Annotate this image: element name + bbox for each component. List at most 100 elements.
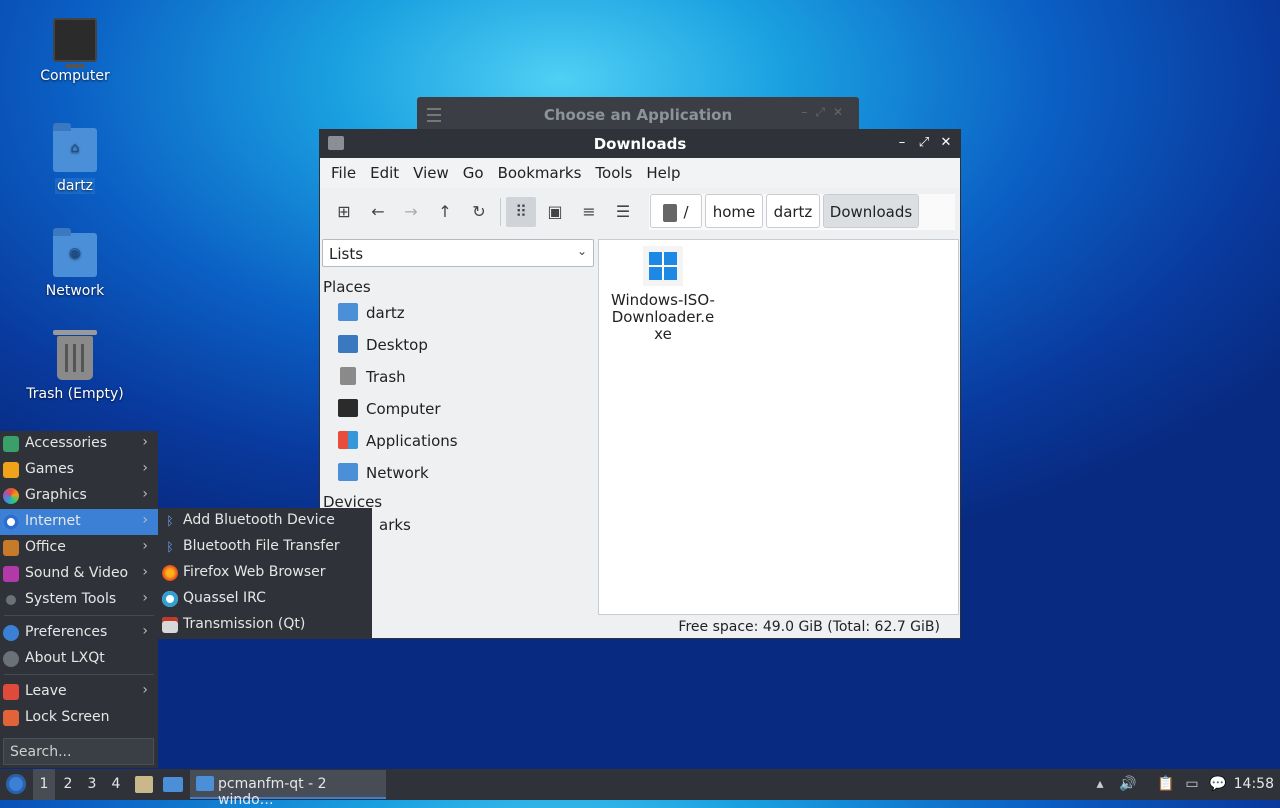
- menu-item-lock-screen[interactable]: Lock Screen: [0, 705, 158, 731]
- desktop-icon-network[interactable]: ◉ Network: [20, 228, 130, 299]
- menu-item-graphics[interactable]: Graphics ›: [0, 483, 158, 509]
- place-applications[interactable]: Applications: [338, 428, 588, 456]
- breadcrumb: / home dartz Downloads: [649, 194, 955, 230]
- menu-item-label: About LXQt: [25, 650, 105, 666]
- places-header: Places: [323, 278, 371, 296]
- file-manager-window: Downloads – ⤢ ✕ File Edit View Go Bookma…: [319, 129, 961, 639]
- taskbar: 1 2 3 4 pcmanfm-qt - 2 windo… ▴ 🔊 📋 ▭ 💬 …: [0, 769, 1280, 808]
- menu-file[interactable]: File: [324, 164, 363, 182]
- menu-view[interactable]: View: [406, 164, 456, 182]
- desktop-icon-home[interactable]: ⌂ dartz: [20, 123, 130, 194]
- thumbnail-view-icon[interactable]: ▣: [540, 197, 570, 227]
- maximize-button[interactable]: ⤢: [916, 134, 932, 152]
- firefox-icon: [162, 565, 178, 581]
- titlebar[interactable]: Downloads – ⤢ ✕: [320, 130, 960, 158]
- menu-item-system-tools[interactable]: System Tools ›: [0, 587, 158, 613]
- menu-item-label: Games: [25, 461, 74, 477]
- briefcase-icon: [3, 540, 19, 556]
- menu-item-label: Accessories: [25, 435, 108, 451]
- submenu-item-firefox[interactable]: Firefox Web Browser: [158, 560, 372, 586]
- menu-tools[interactable]: Tools: [588, 164, 639, 182]
- breadcrumb-home[interactable]: home: [705, 194, 763, 228]
- breadcrumb-label: /: [683, 203, 689, 221]
- place-label: dartz: [366, 304, 405, 322]
- menu-item-preferences[interactable]: Preferences ›: [0, 620, 158, 646]
- desktop-icon-trash[interactable]: Trash (Empty): [20, 330, 130, 402]
- up-arrow-icon[interactable]: ↑: [430, 197, 460, 227]
- menubar: File Edit View Go Bookmarks Tools Help: [320, 158, 960, 188]
- menu-item-leave[interactable]: Leave ›: [0, 679, 158, 705]
- search-placeholder: Search...: [10, 744, 72, 760]
- network-status-icon[interactable]: ▭: [1183, 775, 1201, 793]
- submenu-item-transmission[interactable]: Transmission (Qt): [158, 612, 372, 638]
- place-dartz[interactable]: dartz: [338, 300, 588, 328]
- bookmarks-header: arks: [379, 516, 411, 534]
- back-arrow-icon[interactable]: ←: [363, 197, 393, 227]
- detailed-list-icon[interactable]: ☰: [608, 197, 638, 227]
- applications-icon: [338, 431, 358, 449]
- internet-icon: [3, 514, 19, 530]
- clock[interactable]: 14:58: [1234, 776, 1274, 792]
- file-item[interactable]: Windows-ISO-Downloader.exe: [605, 246, 721, 343]
- desktop-switch-4[interactable]: 4: [105, 769, 127, 800]
- home-folder-icon: ⌂: [53, 123, 97, 172]
- place-trash[interactable]: Trash: [338, 364, 588, 392]
- free-space-label: Free space: 49.0 GiB (Total: 62.7 GiB): [678, 619, 940, 635]
- desktop-icon-label: Trash (Empty): [26, 386, 124, 402]
- menu-item-games[interactable]: Games ›: [0, 457, 158, 483]
- toolbar: ⊞ ← → ↑ ↻ ⠿ ▣ ≡ ☰ / home dartz Downloads: [320, 188, 960, 236]
- place-label: Desktop: [366, 336, 428, 354]
- chevron-right-icon: ›: [142, 538, 148, 554]
- menu-item-office[interactable]: Office ›: [0, 535, 158, 561]
- side-pane-mode-select[interactable]: Lists ⌄: [322, 239, 594, 267]
- menu-item-sound-video[interactable]: Sound & Video ›: [0, 561, 158, 587]
- breadcrumb-root[interactable]: /: [650, 194, 702, 228]
- graphics-icon: [3, 488, 19, 504]
- forward-arrow-icon[interactable]: →: [396, 197, 426, 227]
- menu-go[interactable]: Go: [456, 164, 491, 182]
- tray-expand-icon[interactable]: ▴: [1091, 775, 1109, 793]
- notification-icon[interactable]: 💬: [1209, 775, 1227, 793]
- menu-item-about[interactable]: About LXQt: [0, 646, 158, 672]
- choose-application-window[interactable]: Choose an Application –⤢✕: [417, 97, 859, 131]
- submenu-item-add-bluetooth[interactable]: ᛒ Add Bluetooth Device: [158, 508, 372, 534]
- file-view[interactable]: Windows-ISO-Downloader.exe: [598, 239, 959, 615]
- desktop-switch-3[interactable]: 3: [81, 769, 103, 800]
- menu-bookmarks[interactable]: Bookmarks: [491, 164, 589, 182]
- desktop-icon-computer[interactable]: Computer: [20, 18, 130, 84]
- submenu-item-bluetooth-transfer[interactable]: ᛒ Bluetooth File Transfer: [158, 534, 372, 560]
- volume-icon[interactable]: 🔊: [1119, 775, 1137, 793]
- menu-search-input[interactable]: Search...: [3, 738, 154, 765]
- icon-view-icon[interactable]: ⠿: [506, 197, 536, 227]
- menu-edit[interactable]: Edit: [363, 164, 406, 182]
- place-desktop[interactable]: Desktop: [338, 332, 588, 360]
- chevron-right-icon: ›: [142, 590, 148, 606]
- place-network[interactable]: Network: [338, 460, 588, 488]
- menu-item-internet[interactable]: Internet ›: [0, 509, 158, 535]
- new-tab-icon[interactable]: ⊞: [329, 197, 359, 227]
- close-button[interactable]: ✕: [938, 134, 954, 152]
- taskbar-task-pcmanfm[interactable]: pcmanfm-qt - 2 windo…: [190, 770, 386, 808]
- place-label: Applications: [366, 432, 458, 450]
- breadcrumb-downloads[interactable]: Downloads: [823, 194, 919, 228]
- menu-help[interactable]: Help: [639, 164, 687, 182]
- start-menu: Accessories › Games › Graphics › Interne…: [0, 431, 158, 768]
- minimize-button[interactable]: –: [894, 134, 910, 152]
- start-menu-button[interactable]: [2, 769, 30, 800]
- desktop-switch-2[interactable]: 2: [57, 769, 79, 800]
- show-desktop-button[interactable]: [161, 769, 185, 800]
- side-pane-mode-value: Lists: [329, 245, 364, 263]
- quassel-icon: [162, 591, 178, 607]
- menu-item-label: Sound & Video: [25, 565, 129, 581]
- submenu-item-quassel[interactable]: Quassel IRC: [158, 586, 372, 612]
- breadcrumb-dartz[interactable]: dartz: [766, 194, 820, 228]
- system-tools-icon: [6, 595, 16, 605]
- file-manager-launcher[interactable]: [133, 769, 155, 800]
- reload-icon[interactable]: ↻: [464, 197, 494, 227]
- computer-icon: [53, 18, 97, 68]
- clipboard-icon[interactable]: 📋: [1157, 775, 1175, 793]
- compact-view-icon[interactable]: ≡: [574, 197, 604, 227]
- place-computer[interactable]: Computer: [338, 396, 588, 424]
- desktop-switch-1[interactable]: 1: [33, 769, 55, 800]
- menu-item-accessories[interactable]: Accessories ›: [0, 431, 158, 457]
